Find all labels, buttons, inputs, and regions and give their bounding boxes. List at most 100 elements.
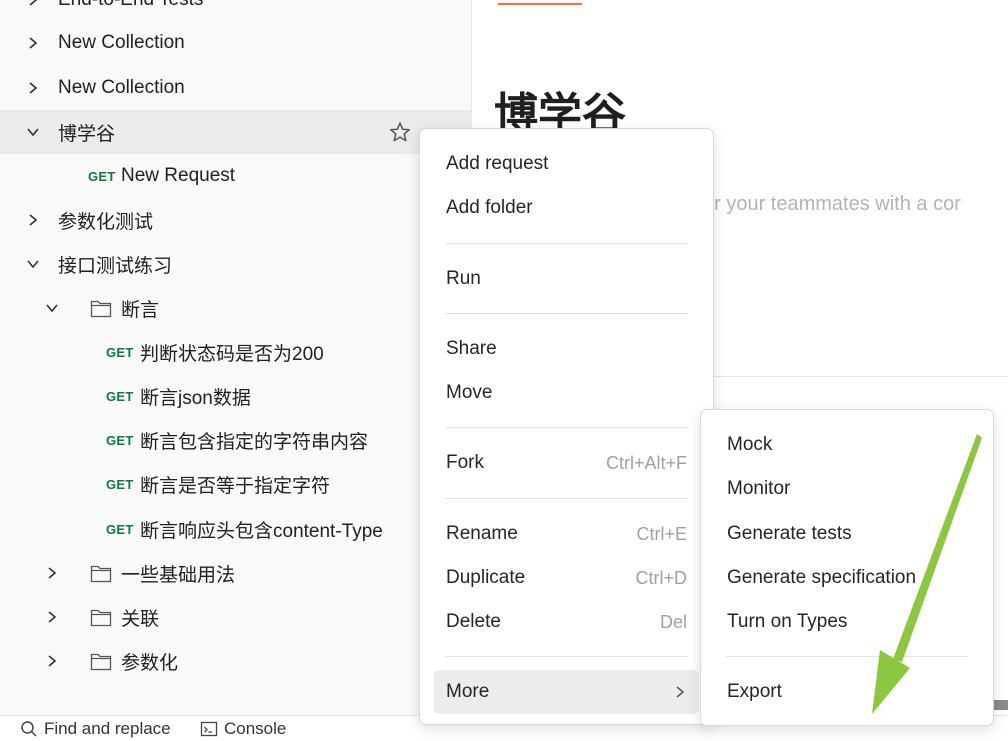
chevron-right-icon[interactable] [26, 0, 40, 7]
star-icon[interactable] [389, 121, 411, 143]
folder-label: 关联 [121, 608, 160, 630]
folder-icon [90, 651, 112, 671]
chevron-down-icon[interactable] [26, 125, 40, 139]
menu-item-mock[interactable]: Mock [715, 425, 979, 465]
menu-item-label: Add folder [446, 197, 533, 218]
menu-item-monitor[interactable]: Monitor [715, 469, 979, 509]
folder-item[interactable]: 参数化 [0, 639, 471, 683]
folder-icon [90, 607, 112, 627]
menu-item-share[interactable]: Share [434, 329, 699, 369]
menu-item-label: Turn on Types [727, 611, 848, 632]
request-label: New Request [121, 165, 236, 186]
collection-item[interactable]: New Collection [0, 21, 471, 65]
request-label: 断言是否等于指定字符 [140, 475, 331, 497]
chevron-right-icon[interactable] [26, 213, 40, 227]
folder-item[interactable]: 关联 [0, 595, 471, 639]
find-replace-label: Find and replace [44, 719, 171, 738]
menu-item-turn-on-types[interactable]: Turn on Types [715, 602, 979, 642]
request-item[interactable]: GET New Request [0, 154, 471, 198]
collection-label: 接口测试练习 [58, 255, 173, 277]
method-badge: GET [106, 344, 134, 360]
menu-separator [726, 656, 968, 657]
collection-item[interactable]: New Collection [0, 66, 471, 110]
menu-item-rename[interactable]: Rename Ctrl+E [434, 514, 699, 554]
collection-label: End-to-End Tests [58, 0, 203, 11]
chevron-down-icon[interactable] [26, 257, 40, 271]
folder-label: 参数化 [121, 652, 179, 674]
request-item[interactable]: GET 断言包含指定的字符串内容 [0, 418, 471, 462]
menu-item-run[interactable]: Run [434, 259, 699, 299]
chevron-right-icon[interactable] [45, 610, 59, 624]
menu-item-move[interactable]: Move [434, 373, 699, 413]
search-icon [21, 721, 37, 737]
chevron-down-icon[interactable] [45, 301, 59, 315]
method-badge: GET [106, 476, 134, 492]
console-icon [200, 721, 218, 737]
menu-item-more[interactable]: More [434, 670, 699, 714]
request-item[interactable]: GET 断言json数据 [0, 374, 471, 418]
folder-item[interactable]: 断言 [0, 286, 471, 330]
chevron-right-icon[interactable] [26, 36, 40, 50]
chevron-right-icon[interactable] [26, 81, 40, 95]
chevron-right-icon[interactable] [45, 566, 59, 580]
collection-label: New Collection [58, 32, 185, 53]
menu-item-generate-tests[interactable]: Generate tests [715, 514, 979, 554]
menu-item-add-request[interactable]: Add request [434, 144, 699, 184]
method-badge: GET [106, 521, 134, 537]
request-label: 断言包含指定的字符串内容 [140, 431, 369, 453]
menu-item-label: Rename [446, 523, 518, 544]
more-submenu: Mock Monitor Generate tests Generate spe… [700, 409, 994, 726]
collection-item[interactable]: 参数化测试 [0, 198, 471, 242]
folder-item[interactable]: 一些基础用法 [0, 551, 471, 595]
menu-item-delete[interactable]: Delete Del [434, 602, 699, 642]
console-label: Console [224, 719, 287, 738]
collections-sidebar: End-to-End Tests New Collection New Coll… [0, 0, 472, 741]
shortcut-label: Ctrl+E [636, 523, 687, 544]
menu-item-label: Mock [727, 434, 773, 455]
request-label: 断言响应头包含content-Type [140, 520, 383, 542]
collection-label: New Collection [58, 77, 185, 98]
menu-item-label: Run [446, 268, 481, 289]
menu-item-label: Share [446, 338, 497, 359]
find-replace-button[interactable]: Find and replace [20, 719, 171, 739]
collection-label: 参数化测试 [58, 211, 154, 233]
shortcut-label: Del [659, 611, 687, 632]
shortcut-label: Ctrl+D [635, 567, 687, 588]
active-tab-indicator [498, 3, 582, 5]
method-badge: GET [106, 432, 134, 448]
menu-item-label: More [446, 681, 490, 702]
chevron-right-icon [676, 686, 685, 698]
chevron-right-icon[interactable] [45, 654, 59, 668]
method-badge: GET [106, 388, 134, 404]
request-item[interactable]: GET 断言是否等于指定字符 [0, 462, 471, 506]
request-label: 判断状态码是否为200 [140, 343, 324, 365]
menu-item-add-folder[interactable]: Add folder [434, 188, 699, 228]
menu-item-label: Duplicate [446, 567, 526, 588]
menu-separator [445, 243, 688, 244]
collection-item[interactable]: End-to-End Tests [0, 0, 471, 22]
menu-item-label: Add request [446, 153, 549, 174]
console-button[interactable]: Console [200, 719, 286, 739]
menu-item-label: Generate tests [727, 523, 852, 544]
collection-context-menu: Add request Add folder Run Share Move Fo… [419, 128, 714, 725]
method-badge: GET [88, 168, 116, 184]
shortcut-label: Ctrl+Alt+F [605, 452, 687, 473]
folder-icon [90, 298, 112, 318]
description-placeholder[interactable]: or your teammates with a cor [703, 193, 961, 216]
collection-item-selected[interactable]: 博学谷 [0, 110, 471, 154]
divider [713, 376, 1008, 377]
request-item[interactable]: GET 断言响应头包含content-Type [0, 507, 471, 551]
folder-icon [90, 563, 112, 583]
folder-label: 断言 [121, 299, 160, 321]
collection-item[interactable]: 接口测试练习 [0, 242, 471, 286]
menu-item-duplicate[interactable]: Duplicate Ctrl+D [434, 558, 699, 598]
menu-item-fork[interactable]: Fork Ctrl+Alt+F [434, 443, 699, 483]
menu-item-export[interactable]: Export [715, 672, 979, 712]
scrollbar-thumb[interactable] [994, 700, 1008, 710]
menu-item-generate-specification[interactable]: Generate specification [715, 558, 979, 598]
request-item[interactable]: GET 判断状态码是否为200 [0, 330, 471, 374]
menu-item-label: Generate specification [727, 567, 917, 588]
menu-separator [445, 313, 688, 314]
menu-separator [445, 498, 688, 499]
menu-item-label: Monitor [727, 478, 791, 499]
